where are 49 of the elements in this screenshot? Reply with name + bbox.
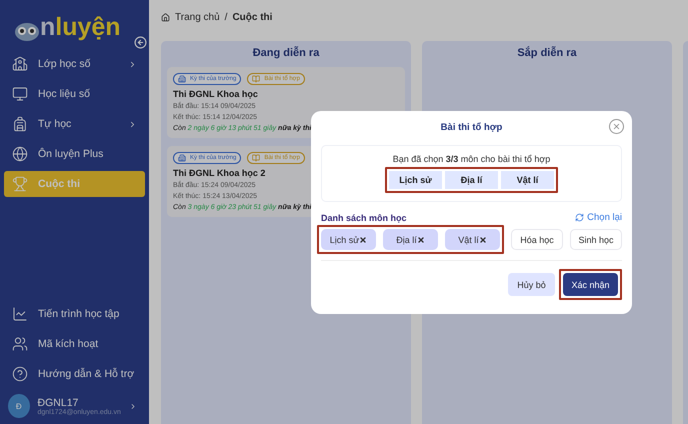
contest-name: Thi ĐGNL Khoa học 2 bbox=[173, 168, 266, 178]
nav-item[interactable]: Mã kích hoạt bbox=[4, 331, 145, 357]
nav-item[interactable]: Tự học bbox=[4, 111, 145, 137]
subject-chip[interactable]: Sinh học bbox=[570, 229, 622, 250]
nav-item[interactable]: Hướng dẫn & Hỗ trợ bbox=[4, 361, 145, 387]
cancel-button[interactable]: Hủy bỏ bbox=[508, 273, 555, 296]
chosen-subject: Địa lí bbox=[445, 171, 498, 189]
dialog-title: Bài thi tổ hợp bbox=[440, 122, 502, 132]
building-icon bbox=[178, 75, 186, 83]
reset-link[interactable]: Chọn lại bbox=[575, 212, 622, 223]
globe-icon bbox=[12, 146, 28, 162]
breadcrumb-link[interactable]: Cuộc thi bbox=[232, 12, 272, 22]
remove-icon bbox=[359, 236, 368, 244]
home-icon bbox=[161, 12, 170, 22]
book-icon bbox=[252, 75, 260, 83]
column-title: Đang diễn ra bbox=[252, 47, 320, 59]
chosen-subject: Vật lí bbox=[501, 171, 554, 189]
close-icon bbox=[612, 122, 621, 131]
remove-icon bbox=[478, 236, 487, 244]
subject-chip[interactable]: Vật lí bbox=[445, 229, 500, 250]
nav-item[interactable]: Tiến trình học tập bbox=[4, 301, 145, 327]
user-name: ĐGNL17 bbox=[38, 396, 80, 408]
nav-item[interactable]: Lớp học số bbox=[4, 51, 145, 77]
nav-item[interactable]: Học liệu số bbox=[4, 81, 145, 107]
contest-name: Thi ĐGNL Khoa học bbox=[173, 89, 259, 99]
confirm-button[interactable]: Xác nhận bbox=[563, 273, 618, 296]
column-title: Sắp diễn ra bbox=[516, 47, 578, 59]
refresh-icon bbox=[575, 213, 584, 222]
collapse-icon[interactable] bbox=[134, 36, 147, 49]
breadcrumb-separator: / bbox=[224, 12, 228, 22]
subject-chip[interactable]: Lịch sử bbox=[321, 229, 376, 250]
building-icon bbox=[178, 154, 186, 162]
chosen-subject: Lịch sử bbox=[389, 171, 442, 189]
breadcrumb-link[interactable]: Trang chủ bbox=[175, 12, 220, 22]
backpack-icon bbox=[12, 116, 28, 132]
owl-icon bbox=[14, 22, 40, 42]
close-button[interactable] bbox=[609, 119, 624, 134]
remove-icon bbox=[416, 236, 425, 244]
book-icon bbox=[252, 154, 260, 162]
trophy-icon bbox=[12, 176, 28, 192]
subject-chip[interactable]: Hóa học bbox=[511, 229, 563, 250]
people-icon bbox=[12, 336, 28, 352]
school-icon bbox=[12, 56, 28, 72]
help-icon bbox=[12, 366, 28, 382]
subject-chip[interactable]: Địa lí bbox=[383, 229, 438, 250]
logo: nluyện bbox=[0, 12, 149, 42]
nav-item[interactable]: Ôn luyện Plus bbox=[4, 141, 145, 167]
chart-icon bbox=[12, 306, 28, 322]
monitor-icon bbox=[12, 86, 28, 102]
